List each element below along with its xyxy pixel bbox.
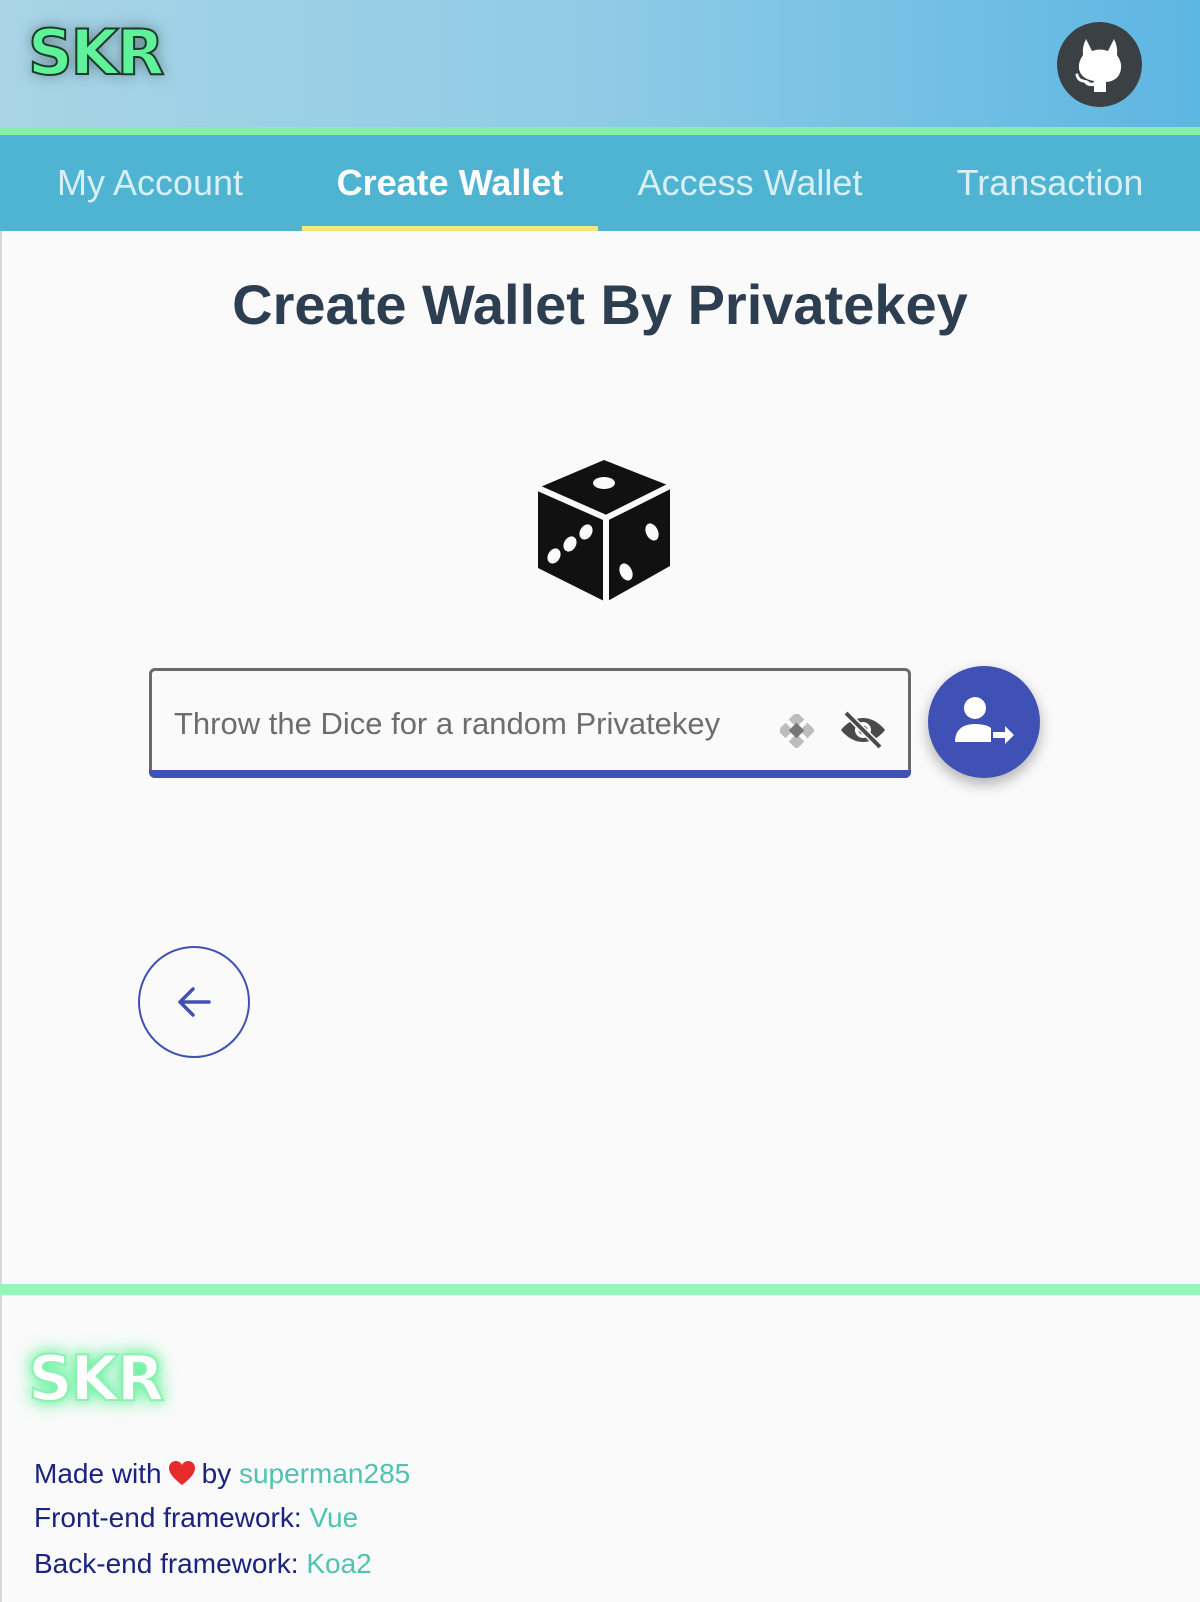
header-accent-line xyxy=(0,127,1200,135)
clear-icon[interactable] xyxy=(780,714,814,748)
page-title: Create Wallet By Privatekey xyxy=(232,273,968,336)
back-button[interactable] xyxy=(138,946,250,1058)
tab-transaction[interactable]: Transaction xyxy=(900,135,1200,231)
app-header: SKR xyxy=(0,0,1200,130)
github-icon xyxy=(1075,38,1121,92)
privatekey-input[interactable] xyxy=(174,701,754,747)
author-link[interactable]: superman285 xyxy=(239,1458,410,1489)
footer-logo: SKR xyxy=(27,1342,165,1415)
footer-frontend: Front-end framework: Vue xyxy=(34,1502,358,1534)
tab-create-wallet[interactable]: Create Wallet xyxy=(300,135,600,231)
arrow-left-icon xyxy=(178,987,211,1017)
backend-label: Back-end framework: xyxy=(34,1548,299,1579)
footer-credit: Made with by superman285 xyxy=(34,1458,410,1490)
account-arrow-right-icon xyxy=(955,697,1014,744)
frontend-label: Front-end framework: xyxy=(34,1502,302,1533)
window-edge xyxy=(0,0,2,1602)
privatekey-field xyxy=(149,668,911,778)
dice-icon[interactable] xyxy=(534,458,674,604)
tab-my-account[interactable]: My Account xyxy=(0,135,300,231)
heart-icon xyxy=(168,1461,195,1485)
vue-link[interactable]: Vue xyxy=(309,1502,358,1533)
made-with-prefix: Made with xyxy=(34,1458,162,1489)
koa2-link[interactable]: Koa2 xyxy=(306,1548,371,1579)
made-with-by: by xyxy=(201,1458,232,1489)
nav-tabs: My Account Create Wallet Access Wallet T… xyxy=(0,135,1200,231)
github-button[interactable] xyxy=(1057,22,1142,107)
eye-off-icon[interactable] xyxy=(840,710,886,750)
footer-backend: Back-end framework: Koa2 xyxy=(34,1548,372,1580)
create-wallet-submit-button[interactable] xyxy=(928,666,1040,778)
footer-accent-line xyxy=(0,1284,1200,1295)
tab-access-wallet[interactable]: Access Wallet xyxy=(600,135,900,231)
header-logo[interactable]: SKR xyxy=(27,21,165,85)
